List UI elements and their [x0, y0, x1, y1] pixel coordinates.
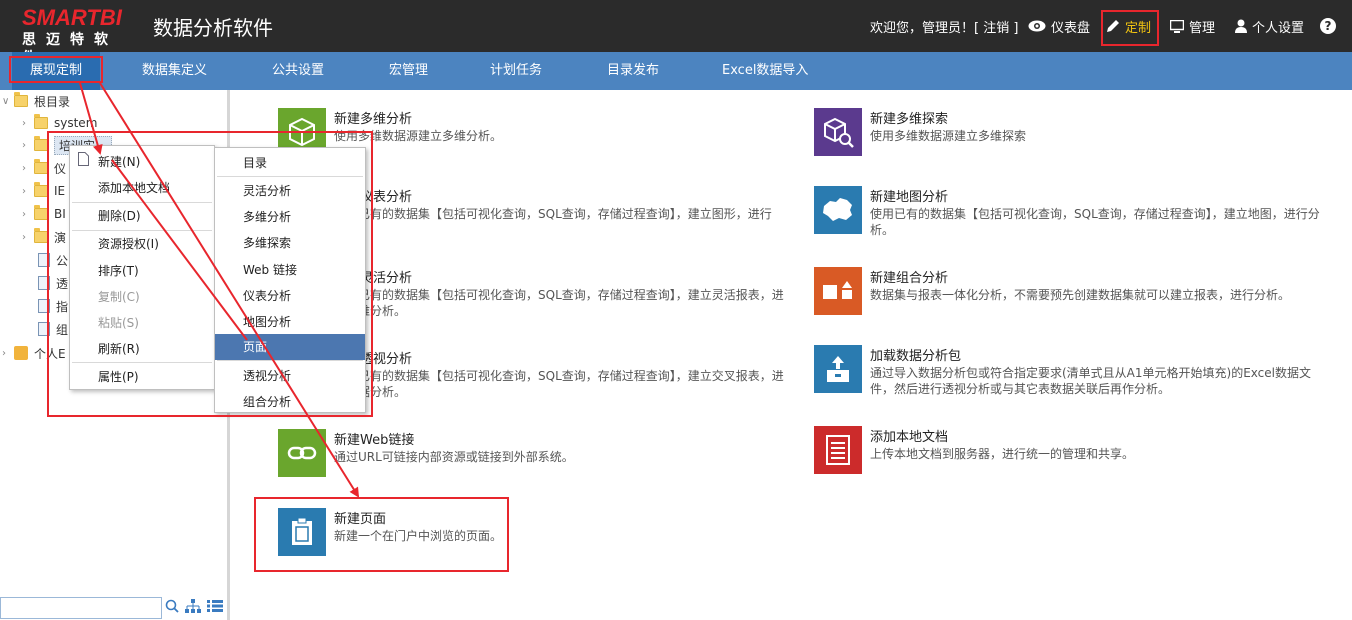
tree-root-label: 根目录	[34, 94, 71, 109]
nav-tab-schedule[interactable]: 计划任务	[490, 52, 542, 90]
card-title: 新建多维探索	[870, 112, 949, 127]
dashboard-button[interactable]: 仪表盘	[1028, 0, 1090, 52]
chevron-right-icon[interactable]: ›	[22, 186, 34, 197]
nav-tab-dataset[interactable]: 数据集定义	[142, 52, 207, 90]
card-desc: 数据集与报表一体化分析，不需要预先创建数据集就可以建立报表，进行分析。	[870, 288, 1291, 302]
folder-icon	[34, 136, 48, 151]
chevron-right-icon[interactable]: ›	[22, 163, 34, 174]
chevron-right-icon[interactable]: ›	[2, 348, 14, 359]
help-icon: ?	[1320, 18, 1336, 34]
chevron-right-icon[interactable]: ›	[22, 140, 34, 151]
card-desc: 使用已有的数据集【包括可视化查询，SQL查询，存储过程查询】，建立图形，进行	[334, 207, 772, 221]
card-desc: 使用多维数据源建立多维分析。	[334, 129, 503, 143]
card-title: 新建多维分析	[334, 112, 413, 127]
search-icon[interactable]	[165, 599, 179, 613]
map-icon	[814, 186, 862, 234]
personal-label: 个人设置	[1252, 20, 1305, 36]
eye-icon	[1028, 20, 1046, 32]
tree-search-input[interactable]	[0, 597, 162, 619]
highlight-box-menu	[47, 131, 373, 417]
tree-root[interactable]: ∨ 根目录	[2, 90, 70, 112]
tree-structure-icon[interactable]	[185, 599, 201, 613]
main-nav: 展现定制 数据集定义 公共设置 宏管理 计划任务 目录发布 Excel数据导入	[0, 52, 1352, 90]
folder-icon	[34, 114, 48, 129]
highlight-box-customize	[1101, 10, 1159, 46]
document-icon	[814, 426, 862, 474]
folder-icon	[34, 182, 48, 197]
card-title: 添加本地文档	[870, 430, 949, 445]
card-desc: 通过导入数据分析包或符合指定要求(清单式且从A1单元格开始填充)的Excel数据…	[870, 366, 1311, 396]
highlight-box-nav	[9, 56, 103, 83]
monitor-icon	[1170, 19, 1184, 33]
user-folder-icon	[14, 346, 28, 360]
card-desc: 使用已有的数据集【包括可视化查询，SQL查询，存储过程查询】，建立交叉报表，进行…	[334, 369, 784, 399]
user-icon	[1235, 19, 1247, 33]
card-title: 新建地图分析	[870, 190, 949, 205]
logout-link[interactable]: 欢迎您，管理员！[ 注销 ]	[870, 17, 1018, 36]
card-title: 新建组合分析	[870, 271, 949, 286]
folder-icon	[34, 159, 48, 174]
manage-label: 管理	[1189, 20, 1216, 36]
list-view-icon[interactable]	[207, 600, 223, 612]
card-desc: 使用多维数据源建立多维探索	[870, 129, 1027, 143]
folder-icon	[34, 205, 48, 220]
highlight-box-new-page	[254, 497, 509, 572]
welcome-text[interactable]: 欢迎您，管理员！[ 注销 ]	[870, 0, 1018, 52]
nav-tab-macro[interactable]: 宏管理	[389, 52, 428, 90]
nav-tab-publish[interactable]: 目录发布	[607, 52, 659, 90]
card-new-olap-explore[interactable]: 新建多维探索 使用多维数据源建立多维探索	[814, 108, 1334, 168]
chevron-down-icon[interactable]: ∨	[2, 96, 14, 107]
dashboard-label: 仪表盘	[1051, 20, 1091, 36]
chevron-right-icon[interactable]: ›	[22, 118, 34, 129]
chevron-right-icon[interactable]: ›	[22, 232, 34, 243]
card-desc: 上传本地文档到服务器，进行统一的管理和共享。	[870, 447, 1135, 461]
app-title: 数据分析软件	[153, 16, 273, 40]
logo-main: SMARTBI	[22, 5, 122, 30]
nav-tab-excel-import[interactable]: Excel数据导入	[722, 52, 808, 90]
card-add-local-doc[interactable]: 添加本地文档 上传本地文档到服务器，进行统一的管理和共享。	[814, 426, 1334, 486]
card-desc: 通过URL可链接内部资源或链接到外部系统。	[334, 450, 574, 464]
nav-tab-public-settings[interactable]: 公共设置	[272, 52, 324, 90]
card-title: 加载数据分析包	[870, 349, 962, 364]
manage-button[interactable]: 管理	[1170, 0, 1215, 52]
card-new-weblink[interactable]: 新建Web链接 通过URL可链接内部资源或链接到外部系统。	[278, 429, 798, 489]
card-desc: 使用已有的数据集【包括可视化查询，SQL查询，存储过程查询】，建立灵活报表，进行…	[334, 288, 784, 318]
card-title: 新建Web链接	[334, 433, 415, 448]
personal-settings-button[interactable]: 个人设置	[1235, 0, 1304, 52]
card-load-package[interactable]: 加载数据分析包 通过导入数据分析包或符合指定要求(清单式且从A1单元格开始填充)…	[814, 345, 1334, 405]
upload-box-icon	[814, 345, 862, 393]
card-new-combo[interactable]: 新建组合分析 数据集与报表一体化分析，不需要预先创建数据集就可以建立报表，进行分…	[814, 267, 1334, 327]
app-window: SMARTBI 思迈特软件 数据分析软件 欢迎您，管理员！[ 注销 ] 仪表盘 …	[0, 0, 1352, 620]
help-button[interactable]: ?	[1320, 0, 1336, 52]
folder-icon	[14, 92, 28, 107]
card-desc: 使用已有的数据集【包括可视化查询，SQL查询，存储过程查询】，建立地图，进行分析…	[870, 207, 1320, 237]
shapes-icon	[814, 267, 862, 315]
tree-item-label: system	[54, 116, 98, 130]
cube-search-icon	[814, 108, 862, 156]
card-new-map[interactable]: 新建地图分析 使用已有的数据集【包括可视化查询，SQL查询，存储过程查询】，建立…	[814, 186, 1334, 246]
folder-icon	[34, 228, 48, 243]
link-icon	[278, 429, 326, 477]
tree-toolbar	[165, 599, 223, 613]
chevron-right-icon[interactable]: ›	[22, 209, 34, 220]
